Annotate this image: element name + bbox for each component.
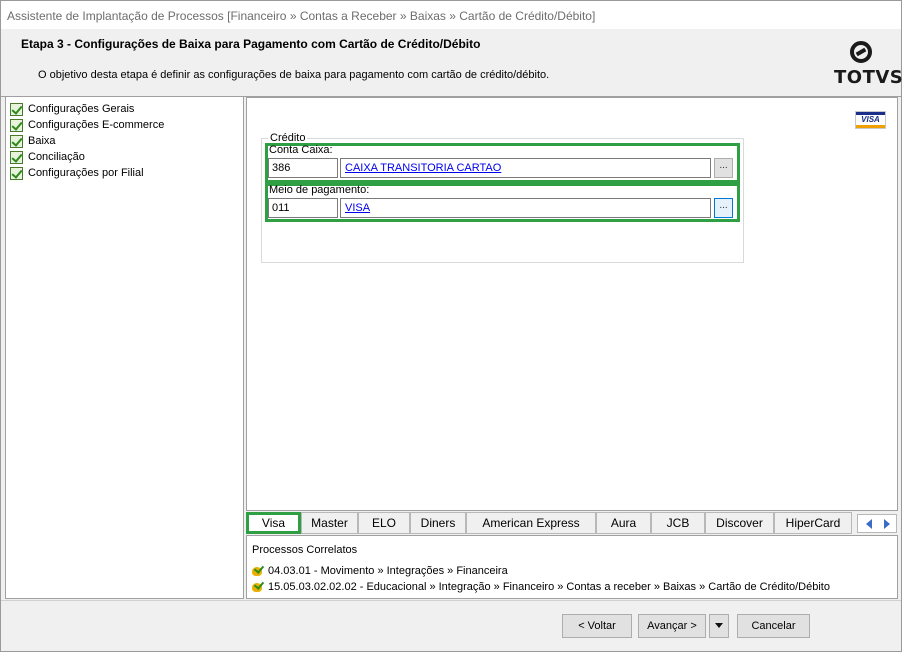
totvs-logo: TOTVS [833,39,902,89]
next-options-dropdown-button[interactable] [709,614,729,638]
tab-visa[interactable]: Visa [246,512,301,534]
tree-item-configuracoes-gerais[interactable]: Configurações Gerais [10,101,134,117]
conta-caixa-code-input[interactable]: 386 [268,158,338,178]
totvs-logo-text: TOTVS [834,67,902,88]
tree-item-label: Baixa [28,135,56,147]
tab-american-express[interactable]: American Express [466,512,596,534]
checkmark-icon [10,150,23,164]
tab-master[interactable]: Master [301,512,358,534]
tree-item-configuracoes-ecommerce[interactable]: Configurações E-commerce [10,117,164,133]
tree-item-baixa[interactable]: Baixa [10,133,56,149]
meio-pagamento-lookup-button[interactable]: ... [714,198,733,218]
title-bar: Assistente de Implantação de Processos [… [1,1,901,29]
wizard-footer: < Voltar Avançar > Cancelar [1,600,901,651]
related-process-label: 15.05.03.02.02.02 - Educacional » Integr… [268,580,830,593]
step-description: O objetivo desta etapa é definir as conf… [38,69,550,81]
tree-item-configuracoes-por-filial[interactable]: Configurações por Filial [10,165,144,181]
wizard-window: Assistente de Implantação de Processos [… [0,0,902,652]
visa-logo-icon: VISA [855,111,886,129]
related-processes-panel: Processos Correlatos 04.03.01 - Moviment… [246,535,898,599]
process-check-icon [252,580,265,593]
related-process-label: 04.03.01 - Movimento » Integrações » Fin… [268,564,508,577]
tree-item-label: Configurações Gerais [28,103,135,115]
conta-caixa-lookup-button[interactable]: ... [714,158,733,178]
visa-logo-text: VISA [861,115,880,124]
tree-item-label: Configurações E-commerce [28,119,165,131]
tab-diners[interactable]: Diners [410,512,466,534]
tab-elo[interactable]: ELO [358,512,410,534]
window-title: Assistente de Implantação de Processos [… [7,9,596,23]
step-title: Etapa 3 - Configurações de Baixa para Pa… [21,37,481,51]
checkmark-icon [10,102,23,116]
tree-item-label: Conciliação [28,151,85,163]
config-panel: VISA Crédito Conta Caixa: 386 CAIXA TRAN… [246,97,898,511]
step-header: Etapa 3 - Configurações de Baixa para Pa… [1,29,902,97]
checkmark-icon [10,166,23,180]
cancel-button[interactable]: Cancelar [737,614,810,638]
tab-discover[interactable]: Discover [705,512,774,534]
process-check-icon [252,564,265,577]
conta-caixa-link[interactable]: CAIXA TRANSITORIA CARTAO [345,162,501,174]
checkmark-icon [10,134,23,148]
meio-pagamento-label: Meio de pagamento: [269,184,370,196]
next-button[interactable]: Avançar > [638,614,706,638]
tab-aura[interactable]: Aura [596,512,651,534]
conta-caixa-description[interactable]: CAIXA TRANSITORIA CARTAO [340,158,711,178]
scroll-left-icon[interactable] [866,519,872,529]
chevron-down-icon [715,623,723,628]
tree-item-conciliacao[interactable]: Conciliação [10,149,85,165]
back-button[interactable]: < Voltar [562,614,632,638]
conta-caixa-label: Conta Caixa: [269,144,333,156]
related-processes-title: Processos Correlatos [252,544,358,556]
meio-pagamento-code-input[interactable]: 011 [268,198,338,218]
tab-scroll-control [857,514,897,533]
meio-pagamento-description[interactable]: VISA [340,198,711,218]
meio-pagamento-link[interactable]: VISA [345,202,370,214]
tab-jcb[interactable]: JCB [651,512,705,534]
scroll-right-icon[interactable] [884,519,890,529]
related-process-link[interactable]: 15.05.03.02.02.02 - Educacional » Integr… [252,579,830,594]
totvs-logo-icon [850,41,872,63]
card-brand-tabs: Visa Master ELO Diners American Express … [246,512,898,535]
checkmark-icon [10,118,23,132]
steps-tree: Configurações Gerais Configurações E-com… [5,96,244,599]
tab-hipercard[interactable]: HiperCard [774,512,852,534]
tree-item-label: Configurações por Filial [28,167,144,179]
related-process-link[interactable]: 04.03.01 - Movimento » Integrações » Fin… [252,563,508,578]
